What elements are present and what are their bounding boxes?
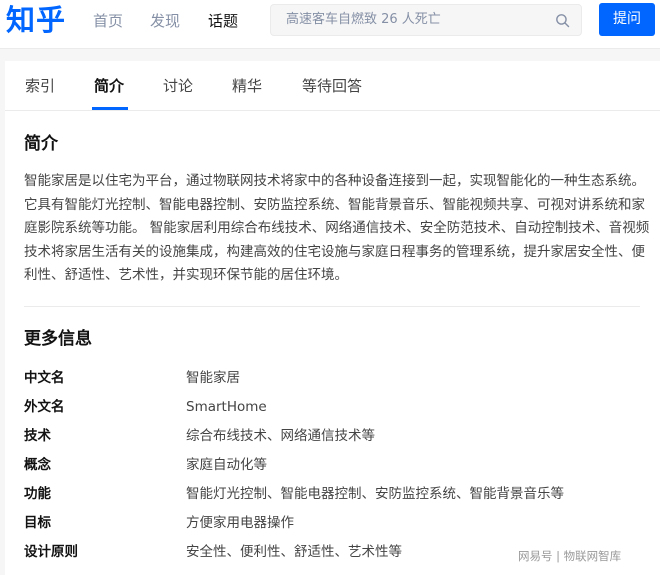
tab-essence[interactable]: 精华 [232,75,262,97]
tab-index[interactable]: 索引 [25,75,55,97]
info-row: 目标 方便家用电器操作 [24,512,644,534]
info-label: 概念 [24,457,51,473]
info-value: 家庭自动化等 [186,457,267,473]
info-row: 功能 智能灯光控制、智能电器控制、安防监控系统、智能背景音乐等 [24,483,644,505]
tab-waiting-answers[interactable]: 等待回答 [302,75,362,97]
nav-home[interactable]: 首页 [93,11,123,31]
info-row: 概念 家庭自动化等 [24,454,644,476]
nav-topics[interactable]: 话题 [208,11,238,31]
top-header: 知乎 首页 发现 话题 高速客车自燃致 26 人死亡 提问 [0,0,660,49]
more-info-title: 更多信息 [24,329,92,349]
info-row: 外文名 SmartHome [24,396,644,418]
search-input[interactable]: 高速客车自燃致 26 人死亡 [270,4,582,36]
info-value: 综合布线技术、网络通信技术等 [186,428,375,444]
search-placeholder: 高速客车自燃致 26 人死亡 [286,12,441,27]
info-label: 中文名 [24,370,65,386]
zhihu-logo[interactable]: 知乎 [6,2,66,38]
source-watermark: 网易号 | 物联网智库 [518,549,622,563]
info-value: 方便家用电器操作 [186,515,294,531]
topic-card: 索引 简介 讨论 精华 等待回答 简介 智能家居是以住宅为平台，通过物联网技术将… [5,61,660,575]
info-value: SmartHome [186,399,267,415]
info-label: 技术 [24,428,51,444]
info-row: 中文名 智能家居 [24,367,644,389]
info-label: 功能 [24,486,51,502]
nav-discover[interactable]: 发现 [150,11,180,31]
tab-discussion[interactable]: 讨论 [163,75,193,97]
tab-intro[interactable]: 简介 [94,75,124,97]
ask-question-button[interactable]: 提问 [599,3,655,36]
info-label: 设计原则 [24,544,78,560]
info-label: 外文名 [24,399,65,415]
section-divider [24,306,640,307]
info-label: 目标 [24,515,51,531]
intro-title: 简介 [24,134,58,154]
info-value: 安全性、便利性、舒适性、艺术性等 [186,544,402,560]
info-value: 智能家居 [186,370,240,386]
intro-text: 智能家居是以住宅为平台，通过物联网技术将家中的各种设备连接到一起，实现智能化的一… [24,173,650,283]
info-row: 技术 综合布线技术、网络通信技术等 [24,425,644,447]
info-value: 智能灯光控制、智能电器控制、安防监控系统、智能背景音乐等 [186,486,564,502]
tab-divider [5,110,660,111]
search-icon[interactable] [554,12,571,29]
